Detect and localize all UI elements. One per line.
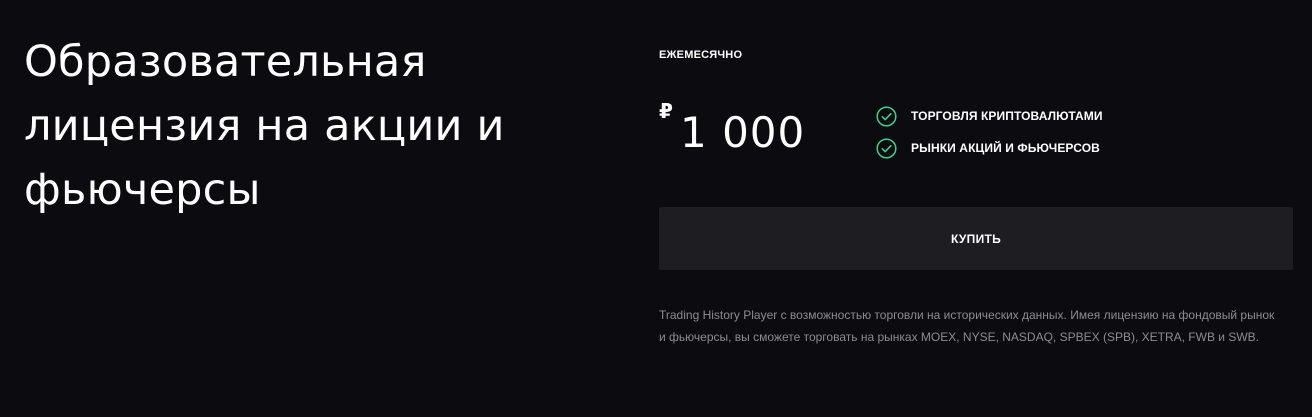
- feature-label: ТОРГОВЛЯ КРИПТОВАЛЮТАМИ: [911, 109, 1103, 123]
- pricing-section: Образовательная лицензия на акции и фьюч…: [0, 0, 1312, 417]
- product-description: Trading History Player с возможностью то…: [659, 308, 1275, 344]
- product-title: Образовательная лицензия на акции и фьюч…: [24, 37, 505, 215]
- billing-period: ЕЖЕМЕСЯЧНО: [659, 49, 743, 61]
- check-circle-icon: [876, 137, 897, 159]
- currency-symbol: ₽: [659, 99, 673, 123]
- price-amount: 1 000: [680, 108, 806, 157]
- buy-button[interactable]: КУПИТЬ: [659, 207, 1293, 270]
- feature-item-stocks-futures: РЫНКИ АКЦИЙ И ФЬЮЧЕРСОВ: [876, 136, 1103, 160]
- feature-label: РЫНКИ АКЦИЙ И ФЬЮЧЕРСОВ: [911, 141, 1100, 155]
- feature-list: ТОРГОВЛЯ КРИПТОВАЛЮТАМИ РЫНКИ АКЦИЙ И ФЬ…: [876, 104, 1103, 168]
- check-circle-icon: [876, 105, 897, 127]
- feature-item-crypto: ТОРГОВЛЯ КРИПТОВАЛЮТАМИ: [876, 104, 1103, 128]
